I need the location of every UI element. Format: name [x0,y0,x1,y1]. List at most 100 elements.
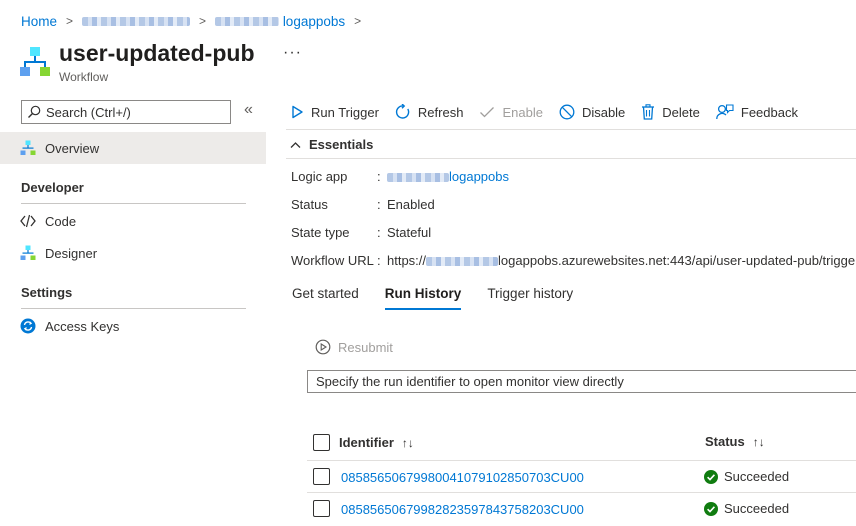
trash-icon [642,104,655,120]
enable-label: Enable [502,104,543,120]
code-icon [20,214,36,228]
chevron-right-icon: > [199,14,207,28]
breadcrumb-logic-app[interactable]: logappobs [215,14,345,29]
checkmark-icon [480,107,495,118]
delete-button[interactable]: Delete [641,104,700,120]
row-checkbox[interactable] [313,500,330,517]
essentials-row-state-type: State type : Stateful [291,223,431,241]
sort-icon[interactable]: ↑↓ [753,435,765,449]
run-trigger-label: Run Trigger [311,104,379,120]
tab-get-started[interactable]: Get started [292,286,359,310]
redacted-text [426,256,499,266]
access-keys-icon [20,318,36,334]
breadcrumb-home[interactable]: Home [21,14,57,29]
essentials-label: Status [291,196,328,212]
sidebar-item-code[interactable]: Code [0,205,266,237]
refresh-icon [395,104,410,119]
essentials-row-status: Status : Enabled [291,195,435,213]
breadcrumb-logic-app-label: logappobs [282,13,346,29]
row-checkbox[interactable] [313,468,330,485]
divider [21,203,246,204]
column-header-label: Identifier [339,435,394,450]
run-identifier-link[interactable]: 08585650679980041079102850703CU00 [341,470,584,485]
run-status-label: Succeeded [724,469,790,484]
workflow-url-text: logappobs.azurewebsites.net:443/api/user… [498,252,856,268]
collapse-sidebar-button[interactable]: « [244,101,253,119]
disable-button[interactable]: Disable [559,104,625,120]
run-trigger-button[interactable]: Run Trigger [290,105,379,120]
essentials-value: Enabled [387,196,435,212]
chevron-up-icon [290,141,301,148]
divider [286,158,856,159]
run-status-label: Succeeded [724,501,790,516]
essentials-heading: Essentials [309,137,374,152]
disable-label: Disable [581,104,626,120]
sidebar-item-label: Overview [45,140,100,156]
page-title: user-updated-pub [59,40,255,66]
page-header: user-updated-pub Workflow [19,40,255,84]
select-all-checkbox[interactable] [313,434,330,451]
sidebar-item-designer[interactable]: Designer [0,237,266,269]
sidebar-item-access-keys[interactable]: Access Keys [0,310,266,342]
colon: : [377,224,381,240]
divider [307,460,856,461]
colon: : [377,252,381,268]
feedback-icon [716,104,734,120]
redacted-text [82,17,191,27]
search-input[interactable]: Search (Ctrl+/) [21,100,231,124]
play-icon [292,105,303,119]
breadcrumb-redacted-resource[interactable] [82,14,191,29]
more-options-button[interactable]: ··· [283,44,302,62]
divider [21,308,246,309]
logic-app-link[interactable]: logappobs [387,169,509,184]
essentials-toggle[interactable]: Essentials [290,137,373,152]
resubmit-button[interactable]: Resubmit [315,339,393,355]
success-icon [704,501,718,516]
sidebar-group-settings: Settings [21,285,73,300]
tab-bar: Get started Run History Trigger history [292,286,599,310]
page-subtitle: Workflow [59,70,109,84]
sidebar-item-label: Code [45,213,77,229]
essentials-label: State type [291,224,350,240]
run-identifier-placeholder: Specify the run identifier to open monit… [316,374,624,389]
column-header-status[interactable]: Status ↑↓ [705,434,765,449]
refresh-button[interactable]: Refresh [395,104,464,120]
enable-button[interactable]: Enable [479,104,543,120]
divider [286,129,856,130]
command-bar: Run Trigger Refresh Enable Disable Delet… [290,100,814,124]
run-status: Succeeded [704,501,789,516]
tab-trigger-history[interactable]: Trigger history [487,286,573,310]
sidebar-item-overview[interactable]: Overview [0,132,266,164]
resubmit-icon [315,339,331,355]
sidebar-item-label: Designer [45,245,98,261]
workflow-url-value[interactable]: https:// logappobs.azurewebsites.net:443/… [387,253,855,268]
redacted-text [215,17,280,27]
search-placeholder: Search (Ctrl+/) [46,104,131,120]
breadcrumb: Home > > logappobs > [21,12,370,30]
column-header-identifier[interactable]: Identifier ↑↓ [313,434,414,451]
run-identifier-link[interactable]: 08585650679982823597843758203CU00 [341,502,584,517]
run-identifier-input[interactable]: Specify the run identifier to open monit… [307,370,856,393]
sidebar-group-developer: Developer [21,180,84,195]
colon: : [377,168,381,184]
essentials-row-workflow-url: Workflow URL : https:// logappobs.azurewe… [291,251,856,269]
essentials-row-logic-app: Logic app : logappobs [291,167,509,185]
refresh-label: Refresh [417,104,464,120]
workflow-icon [20,47,50,76]
divider [307,492,856,493]
feedback-button[interactable]: Feedback [716,104,798,120]
column-header-label: Status [705,434,745,449]
feedback-label: Feedback [740,104,798,120]
logic-app-link-label: logappobs [449,168,509,184]
tab-run-history[interactable]: Run History [384,286,462,310]
essentials-value: Stateful [387,224,432,240]
workflow-icon [20,140,36,155]
redacted-text [387,172,449,182]
essentials-label: Workflow URL [291,252,374,268]
block-icon [559,104,575,120]
sort-icon[interactable]: ↑↓ [402,436,414,450]
colon: : [377,196,381,212]
essentials-label: Logic app [291,168,348,184]
sidebar-item-label: Access Keys [45,318,120,334]
resubmit-label: Resubmit [338,339,393,355]
